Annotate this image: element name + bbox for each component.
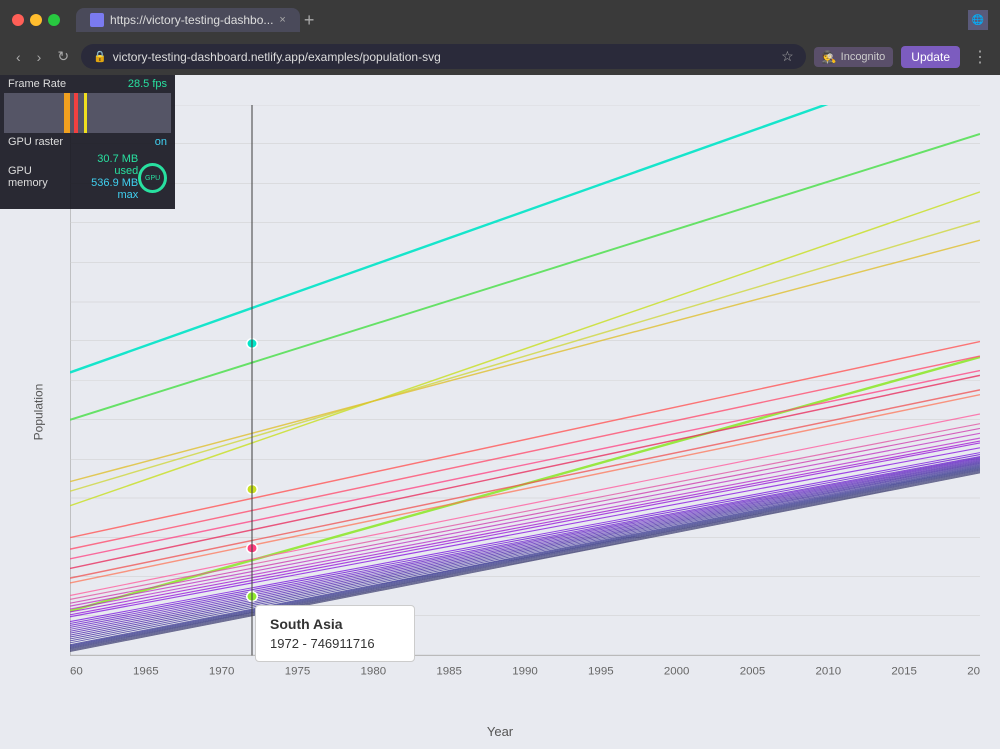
- tab-favicon: [90, 13, 104, 27]
- x-axis-label: Year: [487, 724, 513, 739]
- incognito-badge: 🕵️ Incognito: [814, 47, 894, 67]
- reload-button[interactable]: ↻: [53, 46, 73, 67]
- svg-text:2005: 2005: [740, 666, 766, 678]
- fullscreen-button[interactable]: [48, 14, 60, 26]
- frame-rate-graph: [4, 93, 171, 133]
- url-text: victory-testing-dashboard.netlify.app/ex…: [113, 50, 441, 64]
- frame-rate-value: 28.5 fps: [128, 78, 167, 90]
- active-tab[interactable]: https://victory-testing-dashbo... ×: [76, 8, 300, 32]
- frame-rate-label: Frame Rate: [8, 78, 66, 90]
- gpu-memory-row: GPU memory 30.7 MB used 536.9 MB max GPU: [0, 151, 175, 203]
- bookmark-button[interactable]: ☆: [781, 48, 794, 65]
- svg-text:2020: 2020: [967, 666, 980, 678]
- gpu-memory-max: 536.9 MB max: [71, 177, 138, 201]
- close-button[interactable]: [12, 14, 24, 26]
- new-tab-button[interactable]: +: [304, 10, 315, 31]
- population-chart: 0 500M 1B 1.5B 2B 2.5B 3B 3.5B 4B 4.5B 5…: [70, 105, 980, 694]
- main-content: Frame Rate 28.5 fps GPU raster on GPU me…: [0, 75, 1000, 749]
- gpu-memory-used: 30.7 MB used: [71, 153, 138, 177]
- tab-close-button[interactable]: ×: [279, 14, 285, 26]
- gpu-raster-value: on: [155, 136, 167, 148]
- svg-text:1985: 1985: [436, 666, 462, 678]
- svg-text:2015: 2015: [891, 666, 917, 678]
- svg-text:2000: 2000: [664, 666, 690, 678]
- tooltip-year-value: 1972 - 746911716: [270, 636, 400, 651]
- svg-text:1965: 1965: [133, 666, 159, 678]
- tab-bar: https://victory-testing-dashbo... × +: [76, 8, 960, 32]
- browser-titlebar: https://victory-testing-dashbo... × + 🌐: [0, 0, 1000, 40]
- traffic-lights: [12, 14, 60, 26]
- svg-text:1990: 1990: [512, 666, 538, 678]
- gpu-memory-circle: GPU: [138, 163, 167, 193]
- svg-text:1960: 1960: [70, 666, 83, 678]
- address-bar: ‹ › ↻ 🔒 victory-testing-dashboard.netlif…: [0, 40, 1000, 75]
- y-axis-label: Population: [31, 384, 45, 441]
- svg-text:1970: 1970: [209, 666, 235, 678]
- update-button[interactable]: Update: [901, 46, 960, 68]
- chart-tooltip: South Asia 1972 - 746911716: [255, 605, 415, 662]
- url-bar[interactable]: 🔒 victory-testing-dashboard.netlify.app/…: [81, 44, 806, 69]
- incognito-label: Incognito: [841, 51, 886, 63]
- menu-button[interactable]: ⋮: [972, 47, 988, 67]
- lock-icon: 🔒: [93, 50, 107, 63]
- tooltip-region: South Asia: [270, 616, 400, 632]
- back-button[interactable]: ‹: [12, 47, 25, 67]
- perf-overlay: Frame Rate 28.5 fps GPU raster on GPU me…: [0, 75, 175, 209]
- minimize-button[interactable]: [30, 14, 42, 26]
- svg-text:1975: 1975: [285, 666, 311, 678]
- gpu-raster-label: GPU raster: [8, 136, 63, 148]
- tab-title: https://victory-testing-dashbo...: [110, 13, 273, 27]
- browser-chrome: https://victory-testing-dashbo... × + 🌐 …: [0, 0, 1000, 75]
- forward-button[interactable]: ›: [33, 47, 46, 67]
- svg-text:1980: 1980: [361, 666, 387, 678]
- gpu-memory-label: GPU memory: [8, 165, 71, 189]
- svg-text:2010: 2010: [816, 666, 842, 678]
- svg-text:1995: 1995: [588, 666, 614, 678]
